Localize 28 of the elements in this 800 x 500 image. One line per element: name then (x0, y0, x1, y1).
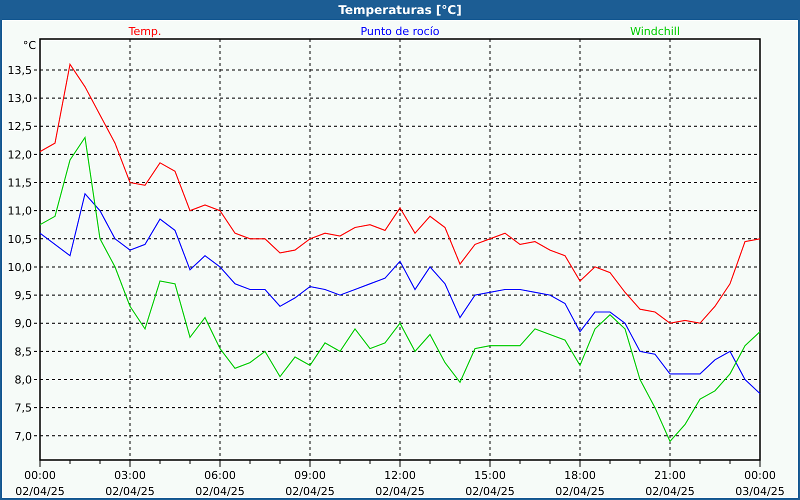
legend-label: Windchill (630, 25, 680, 38)
axis-label: 9,5 (14, 289, 32, 302)
axis-label: 10,0 (8, 260, 32, 274)
axis-label: 00:00 03/04/25 (735, 469, 785, 498)
axis-label: 13,5 (8, 64, 32, 77)
axis-label: 21:00 02/04/25 (645, 469, 695, 498)
window-title: Temperaturas [°C] (2, 0, 798, 20)
axis-label: 18:00 02/04/25 (555, 469, 605, 498)
axis-label: 8,5 (14, 345, 32, 358)
axis-label: 09:00 02/04/25 (285, 469, 335, 498)
legend-label: Temp. (128, 25, 162, 38)
axis-label: 06:00 02/04/25 (195, 469, 245, 498)
axis-label: 12:00 02/04/25 (375, 469, 425, 498)
legend-label: Punto de rocío (360, 25, 440, 38)
axis-label: 7,5 (14, 402, 32, 415)
axis-label: 10,5 (8, 232, 32, 246)
axis-label: 12,0 (8, 148, 32, 162)
axis-label: 00:00 02/04/25 (15, 469, 65, 498)
axis-unit: °C (22, 39, 36, 52)
axis-label: 11,0 (8, 204, 32, 218)
axis-label: 7,0 (14, 430, 32, 443)
axis-label: 13,0 (8, 92, 32, 106)
axis-label: 03:00 02/04/25 (105, 469, 155, 498)
axis-label: 11,5 (8, 176, 32, 190)
axis-label: 15:00 02/04/25 (465, 469, 515, 498)
axis-label: 12,5 (8, 120, 32, 134)
axis-label: 9,0 (14, 317, 32, 330)
axis-label: 8,0 (14, 374, 32, 387)
